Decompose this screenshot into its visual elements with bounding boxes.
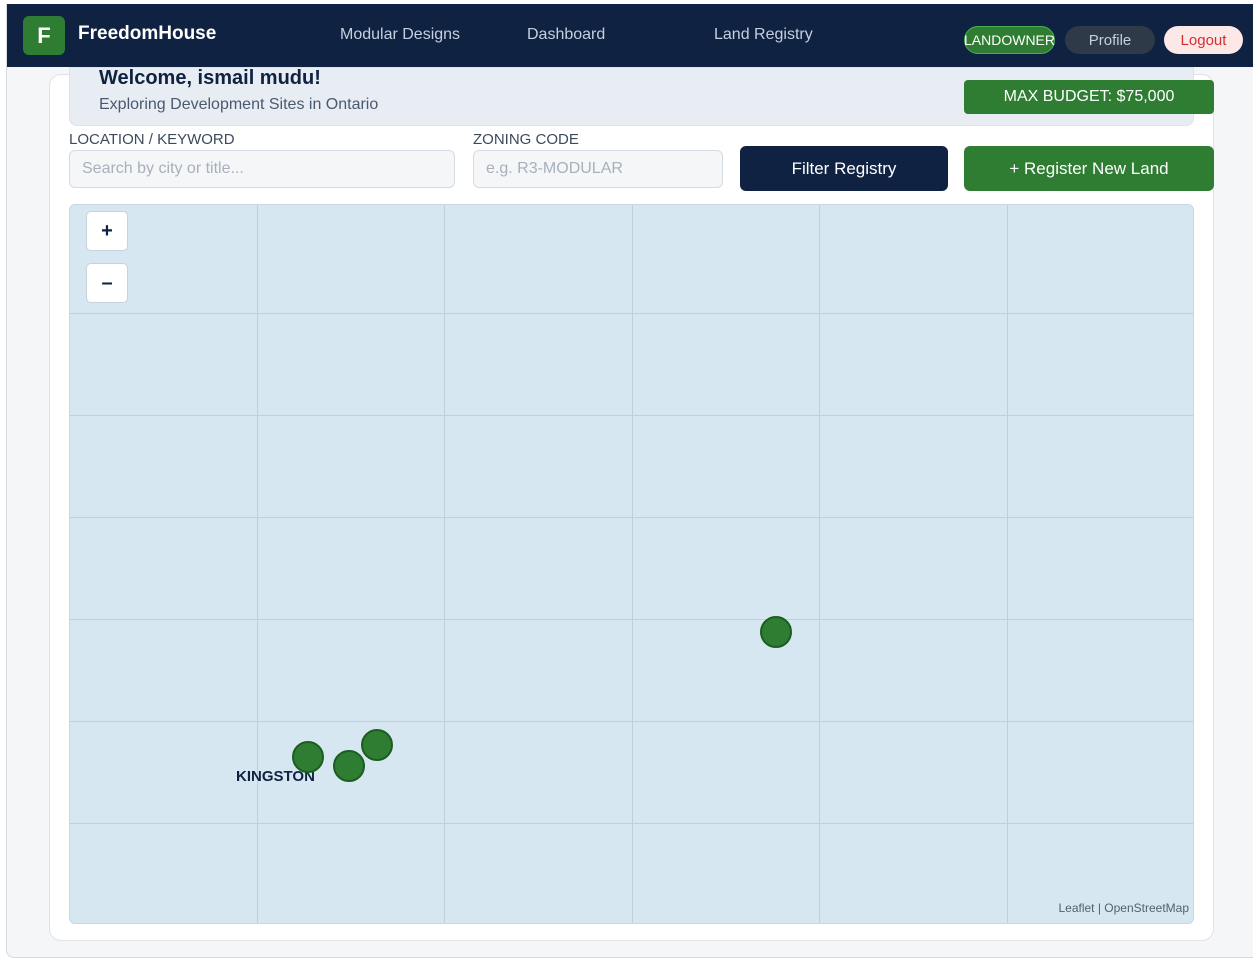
land-marker[interactable]	[760, 616, 792, 648]
zoning-label: ZONING CODE	[473, 131, 579, 148]
profile-button[interactable]: Profile	[1065, 26, 1155, 54]
map-grid-line	[70, 313, 1193, 314]
map-grid-line	[70, 619, 1193, 620]
nav-link-modular-designs[interactable]: Modular Designs	[340, 26, 460, 44]
register-new-land-button[interactable]: + Register New Land	[964, 146, 1214, 191]
welcome-title: Welcome, ismail mudu!	[99, 67, 321, 89]
map-view[interactable]: + – KINGSTON Leaflet | OpenStreetMap	[69, 204, 1194, 924]
logo-icon[interactable]: F	[23, 16, 65, 55]
top-navbar: F FreedomHouse Modular Designs Dashboard…	[7, 4, 1253, 67]
logout-button[interactable]: Logout	[1164, 26, 1243, 54]
map-grid-line	[70, 517, 1193, 518]
role-badge: LANDOWNER	[964, 26, 1055, 54]
map-attribution[interactable]: Leaflet | OpenStreetMap	[1058, 901, 1189, 915]
land-marker[interactable]	[292, 741, 324, 773]
app-window: F FreedomHouse Modular Designs Dashboard…	[6, 4, 1253, 958]
nav-link-land-registry[interactable]: Land Registry	[714, 26, 813, 44]
map-grid-line	[70, 721, 1193, 722]
map-grid-line	[70, 415, 1193, 416]
map-grid-line	[70, 823, 1193, 824]
zoom-in-button[interactable]: +	[86, 211, 128, 251]
zoning-code-input[interactable]	[473, 150, 723, 188]
max-budget-badge: MAX BUDGET: $75,000	[964, 80, 1214, 114]
nav-link-dashboard[interactable]: Dashboard	[527, 26, 605, 44]
brand-name[interactable]: FreedomHouse	[78, 23, 216, 45]
land-marker[interactable]	[333, 750, 365, 782]
location-search-input[interactable]	[69, 150, 455, 188]
zoom-out-button[interactable]: –	[86, 263, 128, 303]
filter-registry-button[interactable]: Filter Registry	[740, 146, 948, 191]
land-marker[interactable]	[361, 729, 393, 761]
location-label: LOCATION / KEYWORD	[69, 131, 235, 148]
welcome-subtitle: Exploring Development Sites in Ontario	[99, 96, 379, 113]
